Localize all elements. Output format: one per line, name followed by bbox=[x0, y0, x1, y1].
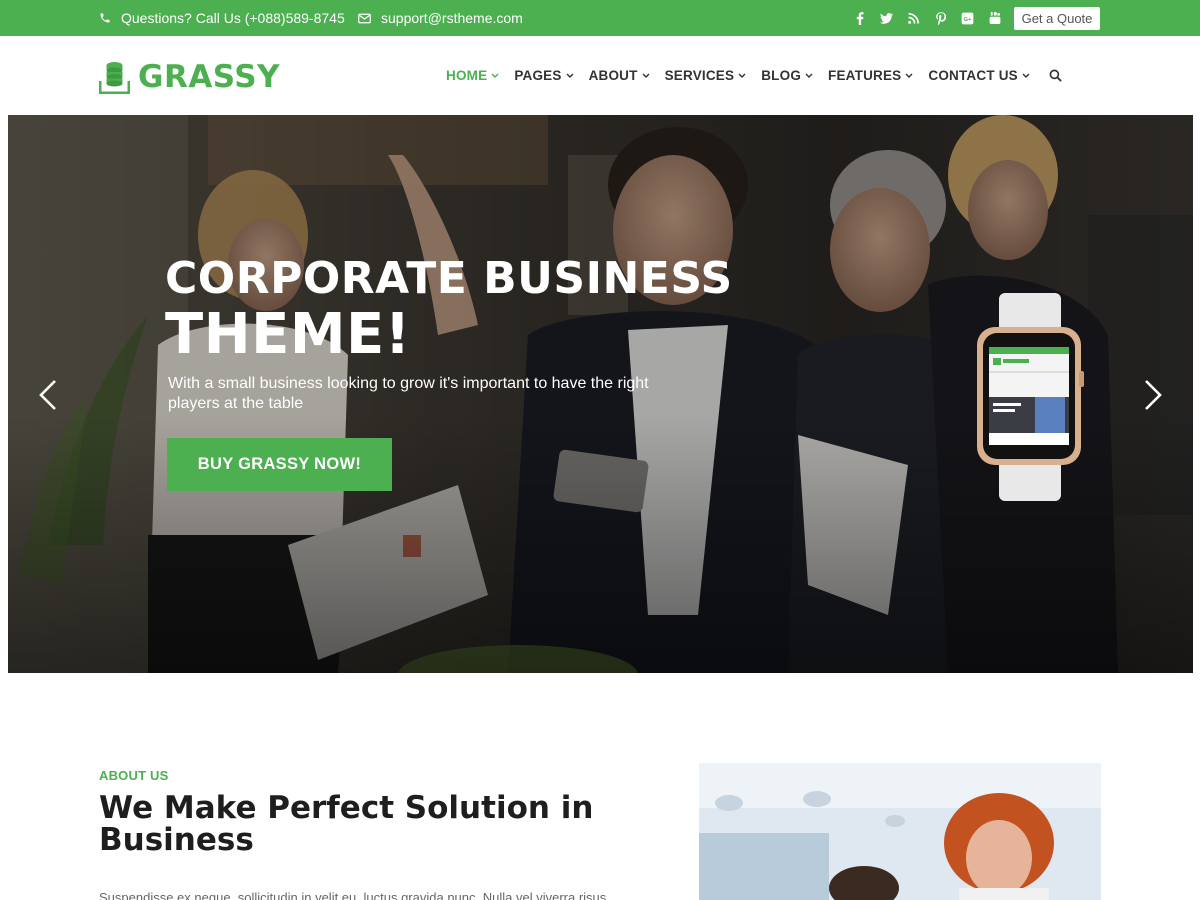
chevron-down-icon bbox=[491, 73, 499, 78]
about-title: We Make Perfect Solution in Business bbox=[99, 790, 594, 858]
chevron-left-icon bbox=[39, 380, 56, 410]
phone-text: Questions? Call Us (+088)589-8745 bbox=[121, 10, 345, 26]
social-links: G+ bbox=[846, 0, 1008, 36]
buy-now-button[interactable]: BUY GRASSY NOW! bbox=[167, 438, 392, 491]
about-kicker: ABOUT US bbox=[99, 768, 169, 783]
nav-home[interactable]: HOME bbox=[446, 68, 499, 83]
nav-pages-label: PAGES bbox=[514, 68, 562, 83]
site-logo[interactable]: GRASSY bbox=[99, 59, 280, 95]
chevron-right-icon bbox=[1145, 380, 1162, 410]
envelope-icon bbox=[358, 13, 371, 23]
nav-search[interactable] bbox=[1049, 69, 1062, 82]
logo-text: GRASSY bbox=[138, 59, 281, 95]
pinterest-icon[interactable] bbox=[927, 11, 954, 25]
nav-contact-us-label: CONTACT US bbox=[928, 68, 1018, 83]
get-a-quote-button[interactable]: Get a Quote bbox=[1014, 7, 1100, 30]
coins-logo-icon bbox=[99, 61, 130, 94]
nav-about[interactable]: ABOUT bbox=[589, 68, 650, 83]
rss-icon[interactable] bbox=[900, 12, 927, 24]
chevron-down-icon bbox=[738, 73, 746, 78]
youtube-icon[interactable] bbox=[981, 11, 1008, 25]
hero-title-line-1: CORPORATE BUSINESS bbox=[165, 253, 733, 304]
email-text: support@rstheme.com bbox=[381, 10, 523, 26]
nav-features[interactable]: FEATURES bbox=[828, 68, 913, 83]
nav-features-label: FEATURES bbox=[828, 68, 902, 83]
about-image bbox=[699, 763, 1101, 900]
slider-next-arrow[interactable] bbox=[1141, 377, 1165, 413]
about-office-photo bbox=[699, 763, 1101, 900]
main-nav: HOME PAGES ABOUT SERVICES BLOG FEATURES … bbox=[446, 36, 1062, 115]
nav-contact-us[interactable]: CONTACT US bbox=[928, 68, 1030, 83]
hero-title-line-2: THEME! bbox=[165, 302, 411, 367]
phone-icon bbox=[100, 13, 110, 23]
top-phone[interactable]: Questions? Call Us (+088)589-8745 bbox=[99, 0, 345, 36]
smartwatch-image bbox=[977, 293, 1084, 501]
chevron-down-icon bbox=[1022, 73, 1030, 78]
chevron-down-icon bbox=[905, 73, 913, 78]
facebook-icon[interactable] bbox=[846, 11, 873, 25]
site-header: GRASSY HOME PAGES ABOUT SERVICES BLOG FE… bbox=[0, 36, 1200, 115]
chevron-down-icon bbox=[642, 73, 650, 78]
top-email[interactable]: support@rstheme.com bbox=[358, 0, 523, 36]
nav-blog-label: BLOG bbox=[761, 68, 802, 83]
twitter-icon[interactable] bbox=[873, 12, 900, 24]
nav-home-label: HOME bbox=[446, 68, 488, 83]
top-bar: Questions? Call Us (+088)589-8745 suppor… bbox=[0, 0, 1200, 36]
about-text: Suspendisse ex neque, sollicitudin in ve… bbox=[99, 890, 607, 900]
hero-slider: CORPORATE BUSINESS THEME! With a small b… bbox=[8, 115, 1193, 673]
slider-prev-arrow[interactable] bbox=[36, 377, 60, 413]
nav-services[interactable]: SERVICES bbox=[665, 68, 747, 83]
search-icon bbox=[1049, 69, 1062, 82]
nav-pages[interactable]: PAGES bbox=[514, 68, 574, 83]
chevron-down-icon bbox=[805, 73, 813, 78]
nav-services-label: SERVICES bbox=[664, 68, 735, 83]
nav-about-label: ABOUT bbox=[588, 68, 638, 83]
nav-blog[interactable]: BLOG bbox=[761, 68, 813, 83]
chevron-down-icon bbox=[566, 73, 574, 78]
hero-subtitle: With a small business looking to grow it… bbox=[168, 375, 649, 412]
google-plus-glyph: G+ bbox=[964, 17, 973, 23]
google-plus-icon[interactable]: G+ bbox=[954, 12, 981, 25]
